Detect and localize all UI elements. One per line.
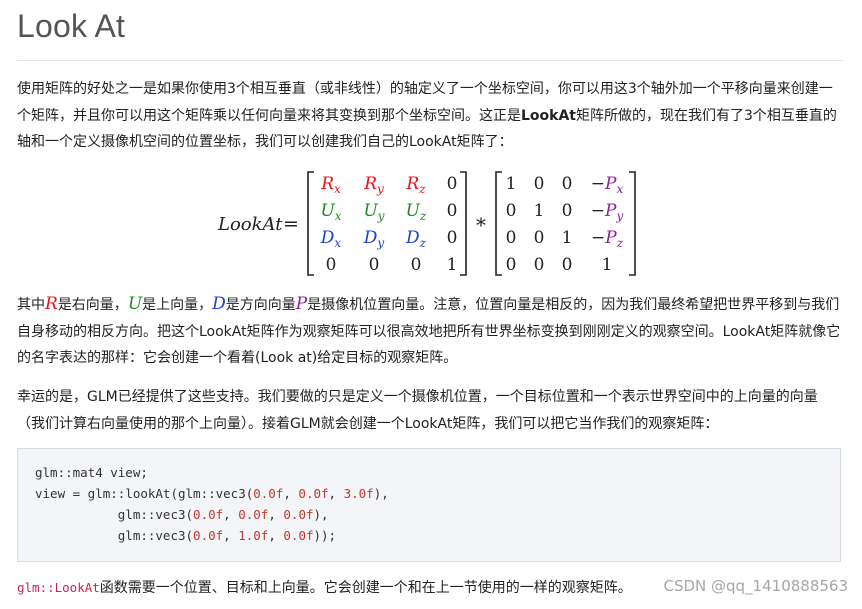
left-matrix-cell: Dz bbox=[405, 228, 427, 250]
left-matrix-cell: 0 bbox=[447, 228, 458, 248]
title-divider bbox=[17, 60, 843, 61]
inline-code-lookat: glm::LookAt bbox=[17, 580, 100, 595]
right-matrix-cell: 0 bbox=[506, 201, 517, 221]
lookat-formula-svg: LookAt =Rx Ry Rz 0Ux Uy Uz 0Dx Dy Dz 00 0 0 1*1 0 0 −Px0… bbox=[217, 171, 636, 276]
article-page: Look At 使用矩阵的好处之一是如果你使用3个相互垂直（或非线性）的轴定义了… bbox=[0, 0, 862, 609]
left-matrix-cell: 0 bbox=[447, 174, 458, 194]
code-line-3: glm::vec3(0.0f, 0.0f, 0.0f), bbox=[35, 507, 329, 522]
d-description: 是方向向量 bbox=[225, 297, 296, 313]
lookat-formula: LookAt = Rx Ry Rz 0 Ux Uy Uz 0 Dx Dy Dz 0 0 0 0 1 * 1 0 0 −Px 0… bbox=[0, 168, 862, 280]
right-matrix-cell: 0 bbox=[506, 255, 517, 275]
right-matrix-cell: 0 bbox=[562, 255, 573, 275]
code-line-2: view = glm::lookAt(glm::vec3(0.0f, 0.0f,… bbox=[35, 486, 389, 501]
left-matrix-cell: 0 bbox=[369, 255, 380, 275]
right-matrix-cell: −Py bbox=[591, 201, 624, 223]
code-line-1-text: glm::mat4 view; bbox=[35, 465, 148, 480]
code-sep: , bbox=[223, 507, 239, 522]
page-title: Look At bbox=[17, 8, 126, 44]
right-matrix-cell: 0 bbox=[562, 201, 573, 221]
code-sep: , bbox=[328, 486, 344, 501]
right-matrix-cell: 1 bbox=[562, 228, 573, 248]
right-matrix-cell: 0 bbox=[506, 228, 517, 248]
right-matrix-cell: 0 bbox=[562, 174, 573, 194]
left-matrix-cell: 0 bbox=[447, 201, 458, 221]
left-matrix-cell: 1 bbox=[447, 255, 458, 275]
code-line-4: glm::vec3(0.0f, 1.0f, 0.0f)); bbox=[35, 528, 336, 543]
code-line-3-prefix: glm::vec3( bbox=[35, 507, 194, 522]
code-arg: 0.0f bbox=[253, 486, 284, 501]
left-matrix-cell: Uy bbox=[363, 201, 384, 223]
code-sep: , bbox=[283, 486, 299, 501]
intro-bold-lookat: LookAt bbox=[521, 107, 576, 124]
intro-paragraph: 使用矩阵的好处之一是如果你使用3个相互垂直（或非线性）的轴定义了一个坐标空间，你… bbox=[17, 76, 845, 156]
code-line-1: glm::mat4 view; bbox=[35, 465, 148, 480]
csdn-watermark: CSDN @qq_1410888563 bbox=[663, 577, 848, 595]
left-matrix-cell: Dy bbox=[363, 228, 385, 250]
var-d: D bbox=[212, 294, 226, 314]
code-arg: 0.0f bbox=[193, 528, 224, 543]
var-r: R bbox=[45, 294, 58, 314]
glm-paragraph: 幸运的是，GLM已经提供了这些支持。我们要做的只是定义一个摄像机位置，一个目标位… bbox=[17, 389, 818, 432]
code-arg: 0.0f bbox=[298, 486, 329, 501]
code-line-2-suffix: ), bbox=[373, 486, 389, 501]
code-arg: 0.0f bbox=[283, 507, 314, 522]
right-matrix-close-bracket bbox=[629, 171, 636, 276]
code-arg: 0.0f bbox=[238, 507, 269, 522]
r-description: 是右向量， bbox=[57, 297, 128, 313]
left-matrix-cell: Dx bbox=[320, 228, 342, 250]
right-matrix-cell: 0 bbox=[534, 255, 545, 275]
code-arg: 1.0f bbox=[238, 528, 269, 543]
left-matrix-cell: 0 bbox=[411, 255, 422, 275]
code-block[interactable]: glm::mat4 view; view = glm::lookAt(glm::… bbox=[17, 448, 841, 562]
code-sep: , bbox=[268, 528, 284, 543]
formula-equals: = bbox=[283, 213, 299, 235]
code-arg: 0.0f bbox=[193, 507, 224, 522]
code-arg: 0.0f bbox=[283, 528, 314, 543]
explanation-paragraph: 其中R是右向量，U是上向量，D是方向向量P是摄像机位置向量。注意，位置向量是相反… bbox=[17, 291, 845, 372]
var-p: P bbox=[295, 294, 308, 314]
left-matrix-cell: Ry bbox=[363, 174, 384, 196]
u-description: 是上向量， bbox=[142, 297, 213, 313]
left-matrix-cell: Rx bbox=[320, 174, 341, 196]
formula-lhs: LookAt bbox=[217, 214, 283, 235]
formula-operator: * bbox=[476, 213, 486, 237]
explanation-prefix: 其中 bbox=[17, 297, 45, 313]
left-matrix-cell: Rz bbox=[405, 174, 426, 196]
code-line-4-suffix: )); bbox=[313, 528, 337, 543]
right-matrix-cell: 1 bbox=[534, 201, 545, 221]
right-matrix-cell: −Pz bbox=[591, 228, 624, 250]
right-matrix-cell: 1 bbox=[506, 174, 517, 194]
bottom-text: 函数需要一个位置、目标和上向量。它会创建一个和在上一节使用的一样的观察矩阵。 bbox=[99, 580, 632, 596]
left-matrix-open-bracket bbox=[307, 171, 314, 276]
left-matrix-close-bracket bbox=[460, 171, 467, 276]
var-u: U bbox=[127, 294, 143, 314]
bottom-paragraph: glm::LookAt函数需要一个位置、目标和上向量。它会创建一个和在上一节使用… bbox=[17, 577, 632, 597]
code-sep: , bbox=[268, 507, 284, 522]
code-line-3-suffix: ), bbox=[313, 507, 329, 522]
right-matrix-open-bracket bbox=[495, 171, 502, 276]
right-matrix-cell: 0 bbox=[534, 174, 545, 194]
left-matrix-cell: Ux bbox=[320, 201, 341, 223]
code-sep: , bbox=[223, 528, 239, 543]
right-matrix-cell: 1 bbox=[602, 255, 613, 275]
code-arg: 3.0f bbox=[343, 486, 374, 501]
code-line-2-prefix: view = glm::lookAt(glm::vec3( bbox=[35, 486, 254, 501]
right-matrix-cell: −Px bbox=[591, 174, 624, 196]
right-matrix-cell: 0 bbox=[534, 228, 545, 248]
left-matrix-cell: Uz bbox=[406, 201, 427, 223]
code-line-4-prefix: glm::vec3( bbox=[35, 528, 194, 543]
left-matrix-cell: 0 bbox=[326, 255, 337, 275]
